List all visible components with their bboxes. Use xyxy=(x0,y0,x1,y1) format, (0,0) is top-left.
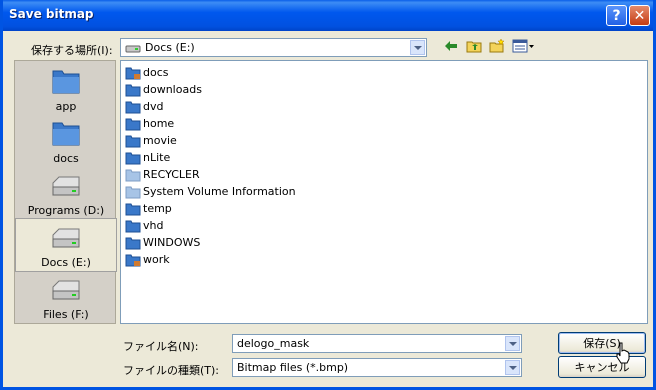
filetype-select[interactable]: Bitmap files (*.bmp) xyxy=(232,358,522,377)
place-label: app xyxy=(55,100,77,113)
place-docs[interactable]: docs xyxy=(16,115,116,167)
lookin-select[interactable]: Docs (E:) xyxy=(120,38,427,57)
close-icon: ✕ xyxy=(633,7,646,24)
file-name: temp xyxy=(143,202,172,215)
file-name: vhd xyxy=(143,219,164,232)
window-title: Save bitmap xyxy=(9,7,94,21)
folder-icon xyxy=(125,118,141,131)
folder-hidden-icon xyxy=(125,186,141,199)
help-icon: ? xyxy=(612,7,621,24)
folder-special-icon xyxy=(125,254,141,267)
folder-hidden-icon xyxy=(125,169,141,182)
places-bar: app docs Programs (D:) Docs (E:) Files (… xyxy=(14,60,117,324)
up-folder-icon[interactable] xyxy=(466,38,482,54)
save-button[interactable]: 保存(S) xyxy=(558,332,646,354)
place-label: docs xyxy=(53,152,79,165)
drive-icon xyxy=(52,280,80,300)
file-name: dvd xyxy=(143,100,164,113)
file-name: nLite xyxy=(143,151,171,164)
place-label: Files (F:) xyxy=(43,308,89,321)
view-menu-icon[interactable] xyxy=(512,38,536,54)
file-name: downloads xyxy=(143,83,202,96)
lookin-label: 保存する場所(I): xyxy=(31,44,113,57)
chevron-down-icon[interactable] xyxy=(505,360,520,375)
file-name: docs xyxy=(143,66,169,79)
chevron-down-icon[interactable] xyxy=(505,336,520,351)
file-list[interactable]: docs downloads dvd home movie nLite RECY… xyxy=(120,60,648,324)
chevron-down-icon[interactable] xyxy=(410,40,425,55)
folder-icon xyxy=(125,135,141,148)
folder-icon xyxy=(125,220,141,233)
place-label: Programs (D:) xyxy=(27,204,105,217)
drive-icon xyxy=(52,176,80,196)
filename-label: ファイル名(N): xyxy=(123,340,199,353)
folder-icon xyxy=(52,70,80,94)
filename-input[interactable]: delogo_mask xyxy=(232,334,522,353)
file-name: movie xyxy=(143,134,177,147)
place-files-drive[interactable]: Files (F:) xyxy=(16,271,116,323)
folder-icon xyxy=(125,101,141,114)
lookin-value: Docs (E:) xyxy=(145,41,195,54)
back-arrow-icon[interactable] xyxy=(443,38,459,54)
filename-value: delogo_mask xyxy=(237,337,310,350)
drive-icon xyxy=(52,228,80,248)
file-name: work xyxy=(143,253,170,266)
new-folder-icon[interactable] xyxy=(489,38,505,54)
folder-icon xyxy=(125,203,141,216)
folder-icon xyxy=(125,237,141,250)
close-button[interactable]: ✕ xyxy=(629,5,650,26)
folder-icon xyxy=(52,122,80,146)
place-label: Docs (E:) xyxy=(41,256,91,269)
filetype-value: Bitmap files (*.bmp) xyxy=(237,361,349,374)
hand-cursor-icon xyxy=(616,342,630,364)
cancel-button[interactable]: キャンセル xyxy=(558,356,646,378)
folder-icon xyxy=(125,84,141,97)
file-name: System Volume Information xyxy=(143,185,296,198)
file-name: WINDOWS xyxy=(143,236,201,249)
place-docs-drive[interactable]: Docs (E:) xyxy=(15,218,117,272)
filetype-label: ファイルの種類(T): xyxy=(123,364,220,377)
drive-icon xyxy=(125,45,141,53)
save-dialog: Save bitmap ? ✕ 保存する場所(I): Docs (E:) app… xyxy=(0,0,656,390)
help-button[interactable]: ? xyxy=(606,5,627,26)
place-programs-drive[interactable]: Programs (D:) xyxy=(16,167,116,219)
folder-icon xyxy=(125,152,141,165)
file-name: RECYCLER xyxy=(143,168,200,181)
title-bar[interactable]: Save bitmap ? ✕ xyxy=(3,0,653,31)
place-app[interactable]: app xyxy=(16,63,116,115)
file-name: home xyxy=(143,117,175,130)
folder-special-icon xyxy=(125,67,141,80)
